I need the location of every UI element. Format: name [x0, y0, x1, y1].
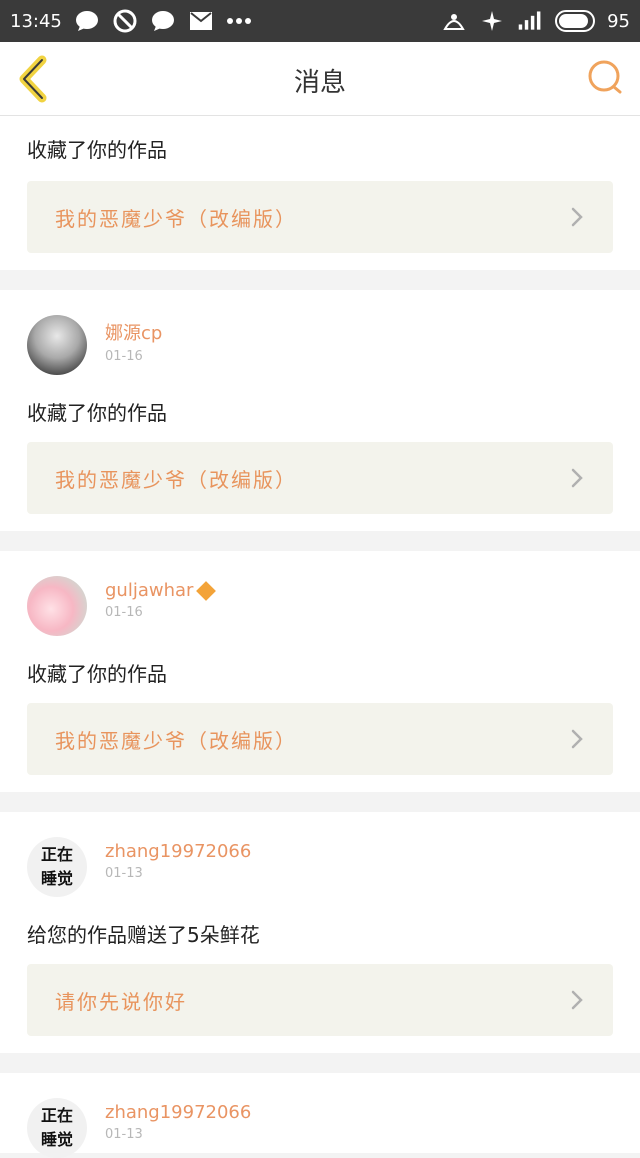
action-text: 收藏了你的作品 — [27, 138, 167, 162]
battery-icon — [555, 10, 596, 32]
avatar[interactable] — [27, 315, 87, 375]
list-item: 娜源cp 01-16 收藏了你的作品 我的恶魔少爷（改编版） — [0, 290, 640, 531]
username[interactable]: guljawhar — [105, 580, 217, 601]
list-item: 正在 睡觉 zhang19972066 01-13 给您的作品赠送了5朵鲜花 请… — [0, 812, 640, 1053]
username[interactable]: 娜源cp — [105, 319, 162, 345]
date: 01-13 — [105, 866, 143, 881]
action-text: 收藏了你的作品 — [27, 662, 167, 686]
work-link[interactable]: 我的恶魔少爷（改编版） — [27, 181, 613, 253]
avatar[interactable]: 正在 睡觉 — [27, 837, 87, 897]
work-link[interactable]: 我的恶魔少爷（改编版） — [27, 703, 613, 775]
list-item: 正在 睡觉 zhang19972066 01-13 — [0, 1073, 640, 1158]
avatar[interactable]: 正在 睡觉 — [27, 1098, 87, 1158]
date: 01-13 — [105, 1127, 143, 1142]
list-item: guljawhar 01-16 收藏了你的作品 我的恶魔少爷（改编版） — [0, 551, 640, 792]
action-text: 给您的作品赠送了5朵鲜花 — [27, 923, 260, 947]
search-icon — [588, 60, 622, 94]
list-item: 收藏了你的作品 我的恶魔少爷（改编版） — [0, 116, 640, 270]
date: 01-16 — [105, 605, 143, 620]
chat-bubble-icon — [150, 8, 176, 34]
page-title: 消息 — [293, 68, 346, 98]
work-link[interactable]: 我的恶魔少爷（改编版） — [27, 442, 613, 514]
app-header: 消息 — [0, 42, 640, 116]
signal-icon — [517, 8, 543, 34]
mail-icon — [188, 8, 214, 34]
diamond-badge-icon — [196, 580, 217, 601]
hat-icon — [441, 8, 467, 34]
battery-level: 95 — [607, 10, 630, 32]
work-title: 我的恶魔少爷（改编版） — [55, 467, 297, 492]
status-bar: 13:45 95 — [0, 0, 640, 42]
chevron-right-icon — [571, 468, 583, 488]
username[interactable]: zhang19972066 — [105, 841, 251, 862]
work-title: 我的恶魔少爷（改编版） — [55, 206, 297, 231]
avatar[interactable] — [27, 576, 87, 636]
search-button[interactable] — [586, 58, 626, 98]
chevron-right-icon — [571, 990, 583, 1010]
work-title: 我的恶魔少爷（改编版） — [55, 728, 297, 753]
username[interactable]: zhang19972066 — [105, 1102, 251, 1123]
blocked-icon — [112, 8, 138, 34]
action-text: 收藏了你的作品 — [27, 401, 167, 425]
sparkle-icon — [479, 8, 505, 34]
message-list: 收藏了你的作品 我的恶魔少爷（改编版） 娜源cp 01-16 收藏了你的作品 我… — [0, 116, 640, 1158]
chat-bubble-icon — [74, 8, 100, 34]
clock: 13:45 — [10, 10, 62, 32]
more-dots-icon — [226, 8, 252, 34]
chevron-right-icon — [571, 729, 583, 749]
date: 01-16 — [105, 349, 143, 364]
work-title: 请你先说你好 — [55, 989, 187, 1014]
work-link[interactable]: 请你先说你好 — [27, 964, 613, 1036]
chevron-right-icon — [571, 207, 583, 227]
